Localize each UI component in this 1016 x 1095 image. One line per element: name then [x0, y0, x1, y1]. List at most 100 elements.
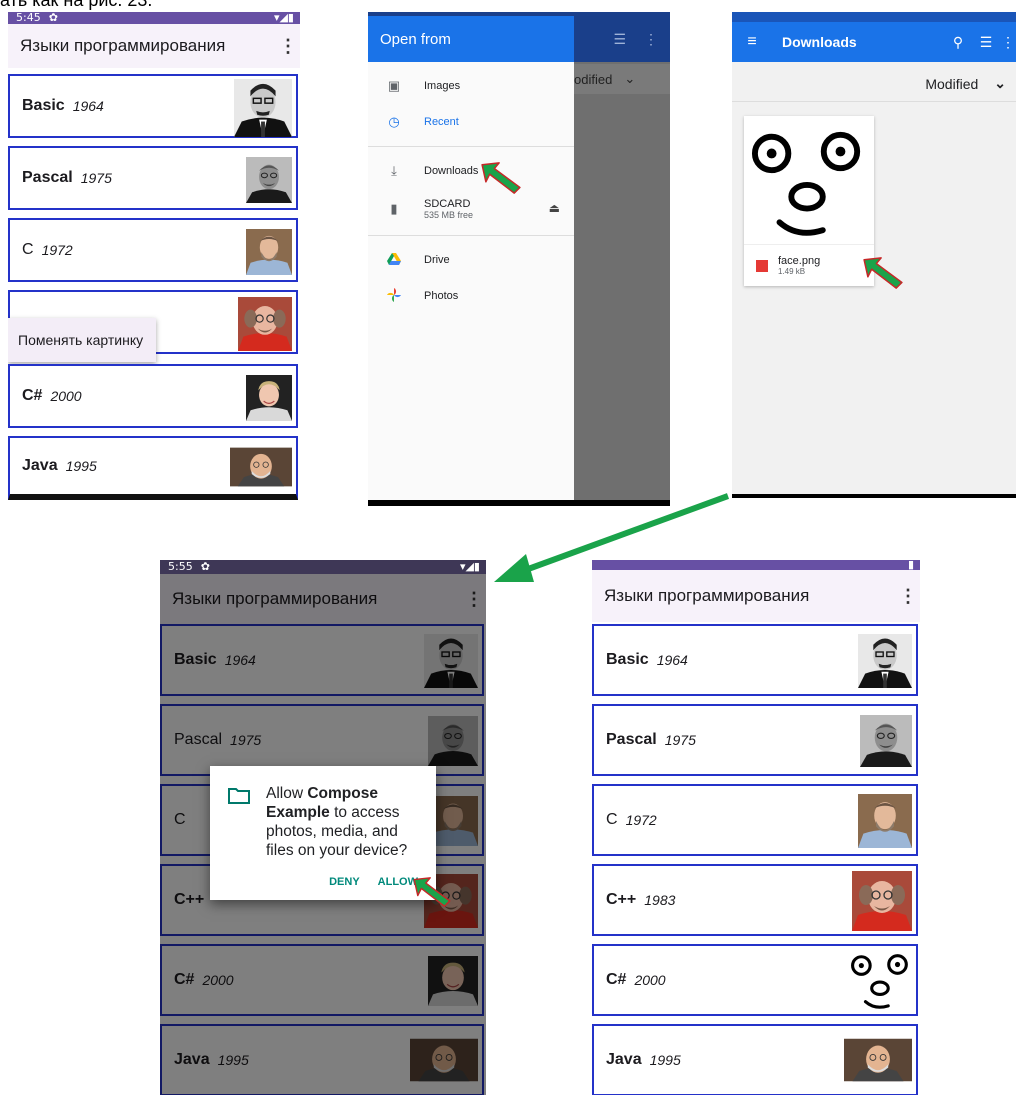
settings-icon: ✿ [200, 560, 210, 573]
portrait-image[interactable] [858, 788, 912, 854]
nav-bar [732, 494, 1016, 498]
file-card-face[interactable]: face.png 1.49 kB [744, 116, 874, 286]
language-year: 1972 [41, 242, 73, 258]
file-thumbnail-image [750, 122, 868, 240]
drawer-title: Open from [380, 30, 451, 48]
eject-icon[interactable]: ⏏ [549, 201, 560, 215]
language-name: C# [606, 971, 627, 988]
portrait-image[interactable] [230, 446, 292, 488]
language-year: 2000 [50, 388, 82, 404]
image-icon: ▣ [387, 78, 401, 93]
list-item-c[interactable]: C 1972 [592, 784, 918, 856]
drawer-item-photos[interactable]: Photos [368, 278, 574, 314]
downloads-title: Downloads [782, 34, 857, 50]
caption-text: ать как на рис. 23. [0, 0, 153, 10]
download-icon: ⤓ [391, 163, 397, 178]
drawer-item-drive[interactable]: Drive [368, 242, 574, 278]
page-title: Языки программирования [20, 36, 226, 55]
picker-drawer: Open from ▣ Images ◷ Recent ⤓ Downloads … [368, 16, 574, 500]
list-item-csharp[interactable]: C# 2000 [592, 944, 918, 1016]
signal-battery-icon: ▾◢▮ [273, 12, 294, 24]
chevron-down-icon[interactable]: ⌄ [994, 75, 1006, 92]
language-year: 1995 [649, 1052, 681, 1068]
portrait-image[interactable] [844, 1034, 912, 1086]
downloads-app-bar: ≡ Downloads ⚲ ☰ ⋮ [732, 22, 1016, 62]
more-vert-icon[interactable]: ⋮ [896, 586, 920, 607]
list-item-c[interactable]: C 1972 [8, 218, 298, 282]
phone-file-picker: ☰ ⋮ odified ⌄ Open from ▣ Images ◷ Recen… [368, 12, 670, 506]
list-item-basic[interactable]: Basic 1964 [8, 74, 298, 138]
more-vert-icon: ⋮ [644, 30, 658, 47]
sort-label: odified [574, 71, 613, 87]
list-view-icon: ☰ [613, 30, 626, 47]
language-name: C [606, 811, 618, 828]
language-year: 1983 [644, 892, 676, 908]
list-item-java[interactable]: Java 1995 [8, 436, 298, 500]
list-item-csharp[interactable]: C# 2000 [8, 364, 298, 428]
portrait-image[interactable] [246, 368, 292, 428]
phone-list-context-menu: 5:45 ✿ ▾◢▮ Языки программирования ⋮ Basi… [8, 12, 300, 500]
list-item-basic[interactable]: Basic 1964 [592, 624, 918, 696]
drawer-item-label: Images [424, 80, 461, 92]
language-year: 1964 [72, 98, 104, 114]
language-name: Basic [22, 97, 65, 114]
phone-permission-dialog: 5:55 ✿ ▾◢▮ Языки программирования ⋮ Basi… [160, 560, 486, 1095]
status-bar: ▮ [592, 560, 920, 571]
portrait-image[interactable] [858, 628, 912, 694]
drawer-item-images[interactable]: ▣ Images [368, 68, 574, 104]
pointer-arrow-icon [862, 256, 904, 290]
more-vert-icon[interactable]: ⋮ [1000, 34, 1016, 51]
drawer-item-label: SDCARD [424, 198, 471, 210]
portrait-image[interactable] [238, 294, 292, 354]
status-time: 5:55 [168, 560, 193, 573]
language-name: Pascal [606, 731, 657, 748]
drawer-item-label: Drive [424, 254, 450, 266]
drawer-item-recent[interactable]: ◷ Recent [368, 104, 574, 140]
list-item-pascal[interactable]: Pascal 1975 [8, 146, 298, 210]
list-view-icon[interactable]: ☰ [972, 34, 1000, 51]
drawer-item-downloads[interactable]: ⤓ Downloads [368, 153, 574, 189]
portrait-image[interactable] [246, 150, 292, 210]
file-info: face.png 1.49 kB [744, 244, 874, 286]
signal-battery-icon: ▮ [907, 560, 914, 571]
list-item-java[interactable]: Java 1995 [592, 1024, 918, 1095]
language-name: Java [22, 457, 58, 474]
dialog-text-pre: Allow [266, 785, 308, 802]
dialog-buttons: DENY ALLOW [228, 876, 418, 888]
portrait-image[interactable] [246, 222, 292, 282]
drawer-item-label: Recent [424, 116, 459, 128]
phone-downloads: ≡ Downloads ⚲ ☰ ⋮ Modified ⌄ face.png 1.… [732, 12, 1016, 498]
deny-button[interactable]: DENY [329, 876, 360, 888]
portrait-image[interactable] [860, 708, 912, 774]
menu-item-change-picture[interactable]: Поменять картинку [18, 332, 143, 348]
app-bar: Языки программирования ⋮ [592, 570, 920, 622]
status-bar [732, 12, 1016, 22]
list-item-cpp[interactable]: C++ 1983 [592, 864, 918, 936]
status-bar: 5:55 ✿ ▾◢▮ [160, 560, 486, 574]
language-year: 1975 [80, 170, 112, 186]
portrait-image[interactable] [852, 868, 912, 934]
page-title: Языки программирования [604, 586, 810, 605]
drawer-item-label: Downloads [424, 165, 479, 177]
language-year: 1995 [65, 458, 97, 474]
language-name: C++ [606, 891, 637, 908]
sort-label[interactable]: Modified [925, 76, 978, 92]
menu-icon[interactable]: ≡ [732, 33, 772, 51]
more-vert-icon[interactable]: ⋮ [276, 36, 300, 57]
portrait-image[interactable] [234, 78, 292, 138]
drawer-item-sdcard[interactable]: ▮ SDCARD 535 MB free ⏏ [368, 189, 574, 229]
language-year: 1972 [625, 812, 657, 828]
search-icon[interactable]: ⚲ [944, 34, 972, 51]
signal-battery-icon: ▾◢▮ [459, 560, 480, 573]
language-name: C# [22, 387, 43, 404]
portrait-image-smiley[interactable] [850, 948, 912, 1012]
language-name: Pascal [22, 169, 73, 186]
chevron-down-icon: ⌄ [624, 71, 636, 86]
phone-result-list: ▮ Языки программирования ⋮ Basic 1964 Pa… [592, 560, 920, 1095]
language-year: 1975 [664, 732, 696, 748]
list-item-pascal[interactable]: Pascal 1975 [592, 704, 918, 776]
language-name: C [22, 241, 34, 258]
sort-bar: Modified ⌄ [732, 66, 1016, 102]
clock-icon: ◷ [388, 114, 400, 129]
drawer-item-subtitle: 535 MB free [424, 210, 474, 220]
